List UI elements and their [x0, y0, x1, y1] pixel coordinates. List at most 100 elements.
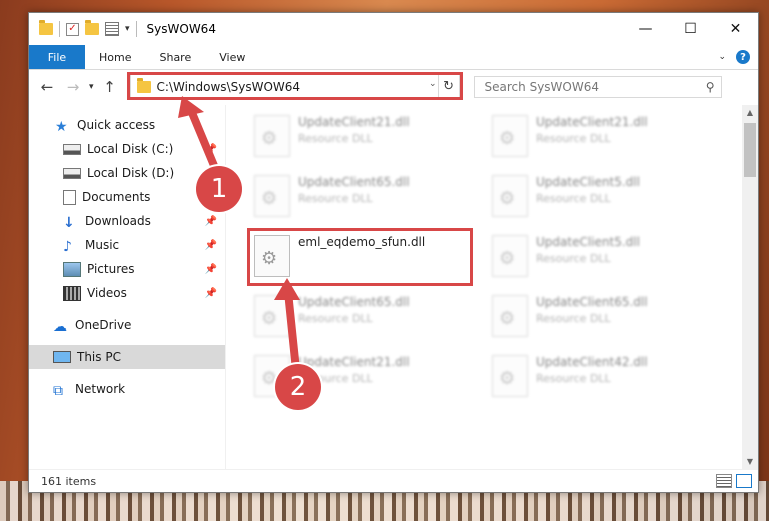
toolbar-divider [135, 21, 137, 37]
file-list: UpdateClient21.dll Resource DLL UpdateCli… [225, 105, 758, 470]
sidebar-item-label: Local Disk (C:) [87, 142, 174, 156]
file-name: UpdateClient21.dll [298, 355, 410, 369]
scroll-up-arrow-icon[interactable]: ▲ [742, 105, 758, 121]
file-type: Resource DLL [536, 132, 611, 145]
dll-file-icon [492, 355, 528, 397]
sidebar-item-label: Documents [82, 190, 151, 204]
view-switcher [716, 474, 758, 488]
navigation-bar: ← → ▾ ↑ C:\Windows\SysWOW64 ⌄ ↻ Search S… [29, 70, 758, 104]
file-type: Resource DLL [298, 192, 373, 205]
vertical-scrollbar[interactable]: ▲ ▼ [742, 105, 758, 470]
sidebar-item-downloads[interactable]: ↓ Downloads 📌 [29, 209, 225, 233]
dll-file-icon [492, 235, 528, 277]
window-title: SysWOW64 [146, 22, 216, 36]
pin-icon[interactable]: 📌 [205, 144, 217, 155]
file-name: UpdateClient42.dll [536, 355, 648, 369]
sidebar-item-onedrive[interactable]: ☁ OneDrive [29, 313, 225, 337]
toolbar-divider [59, 21, 60, 37]
pin-icon[interactable]: 📌 [205, 240, 217, 251]
sidebar-item-music[interactable]: ♪ Music 📌 [29, 233, 225, 257]
search-input[interactable]: Search SysWOW64 ⚲ [473, 76, 722, 98]
document-icon [63, 189, 76, 205]
file-item[interactable]: UpdateClient21.dll Resource DLL [484, 109, 708, 161]
tab-home[interactable]: Home [85, 45, 145, 69]
file-name: UpdateClient21.dll [298, 115, 410, 129]
address-dropdown-icon[interactable]: ⌄ [429, 79, 437, 89]
pin-icon[interactable]: 📌 [205, 264, 217, 275]
ribbon-tabs: File Home Share View ⌄ ? [29, 45, 758, 70]
up-arrow-icon[interactable]: ↑ [100, 78, 120, 96]
sidebar-item-label: Network [75, 382, 126, 396]
content-area: ★ Quick access Local Disk (C:) 📌 Local D… [29, 105, 758, 470]
tab-share[interactable]: Share [145, 45, 205, 69]
scroll-thumb[interactable] [744, 123, 756, 177]
video-icon [63, 285, 81, 301]
search-placeholder: Search SysWOW64 [484, 80, 599, 94]
callout-badge-1: 1 [196, 166, 242, 212]
new-folder-icon[interactable] [85, 20, 99, 35]
sidebar-item-local-disk-c[interactable]: Local Disk (C:) 📌 [29, 137, 225, 161]
tab-view[interactable]: View [205, 45, 259, 69]
file-item[interactable]: UpdateClient21.dll Resource DLL [246, 109, 470, 161]
properties-icon[interactable] [105, 22, 119, 36]
recent-locations-chevron-icon[interactable]: ▾ [89, 82, 94, 92]
close-button[interactable]: ✕ [713, 13, 758, 45]
details-view-icon[interactable] [716, 474, 732, 488]
title-bar: ✓ ▾ SysWOW64 — ☐ ✕ [29, 13, 758, 45]
help-icon[interactable]: ? [736, 50, 750, 64]
sidebar-item-quick-access[interactable]: ★ Quick access [29, 113, 225, 137]
file-type: Resource DLL [536, 312, 611, 325]
sidebar-item-this-pc[interactable]: This PC [29, 345, 225, 369]
file-item[interactable]: UpdateClient42.dll Resource DLL [484, 349, 708, 401]
drive-icon [63, 167, 81, 179]
refresh-icon[interactable]: ↻ [437, 75, 459, 97]
quick-access-toolbar: ✓ ▾ [29, 20, 137, 37]
sidebar-item-label: Local Disk (D:) [87, 166, 175, 180]
file-item[interactable]: UpdateClient65.dll Resource DLL [484, 289, 708, 341]
star-icon: ★ [55, 118, 68, 135]
file-type: Resource DLL [536, 372, 611, 385]
file-item[interactable]: UpdateClient65.dll Resource DLL [246, 289, 470, 341]
dll-file-icon [492, 295, 528, 337]
file-name: UpdateClient65.dll [536, 295, 648, 309]
file-type: Resource DLL [298, 312, 373, 325]
sidebar-item-label: OneDrive [75, 318, 132, 332]
sidebar-item-local-disk-d[interactable]: Local Disk (D:) [29, 161, 225, 185]
file-item[interactable]: UpdateClient5.dll Resource DLL [484, 169, 708, 221]
minimize-button[interactable]: — [623, 13, 668, 45]
file-item[interactable]: UpdateClient65.dll Resource DLL [246, 169, 470, 221]
status-bar: 161 items [29, 469, 758, 492]
file-item[interactable]: UpdateClient5.dll Resource DLL [484, 229, 708, 281]
address-path[interactable]: C:\Windows\SysWOW64 [157, 80, 301, 94]
pin-icon[interactable]: 📌 [205, 216, 217, 227]
back-arrow-icon[interactable]: ← [37, 78, 57, 96]
sidebar-item-pictures[interactable]: Pictures 📌 [29, 257, 225, 281]
sidebar-item-videos[interactable]: Videos 📌 [29, 281, 225, 305]
music-icon: ♪ [63, 238, 72, 255]
sidebar-item-network[interactable]: ⧉ Network [29, 377, 225, 401]
file-name: UpdateClient5.dll [536, 175, 640, 189]
properties-check-icon[interactable]: ✓ [66, 22, 79, 36]
search-icon[interactable]: ⚲ [706, 80, 715, 94]
network-icon: ⧉ [53, 382, 63, 399]
dll-file-icon [492, 175, 528, 217]
tab-file[interactable]: File [29, 45, 85, 69]
maximize-button[interactable]: ☐ [668, 13, 713, 45]
folder-icon [39, 20, 53, 35]
dll-file-icon [254, 175, 290, 217]
forward-arrow-icon[interactable]: → [63, 78, 83, 96]
file-name: UpdateClient21.dll [536, 115, 648, 129]
cloud-icon: ☁ [53, 318, 67, 335]
expand-ribbon-chevron-icon[interactable]: ⌄ [718, 52, 726, 62]
window-controls: — ☐ ✕ [623, 13, 758, 45]
file-name: UpdateClient5.dll [536, 235, 640, 249]
large-icons-view-icon[interactable] [736, 474, 752, 488]
scroll-down-arrow-icon[interactable]: ▼ [742, 454, 758, 470]
file-type: Resource DLL [298, 132, 373, 145]
sidebar-item-label: Music [85, 238, 120, 252]
file-name: UpdateClient65.dll [298, 295, 410, 309]
customize-toolbar-chevron-icon[interactable]: ▾ [125, 24, 130, 34]
dll-file-icon [254, 115, 290, 157]
pin-icon[interactable]: 📌 [205, 288, 217, 299]
address-bar[interactable]: C:\Windows\SysWOW64 ⌄ ↻ [126, 72, 463, 100]
